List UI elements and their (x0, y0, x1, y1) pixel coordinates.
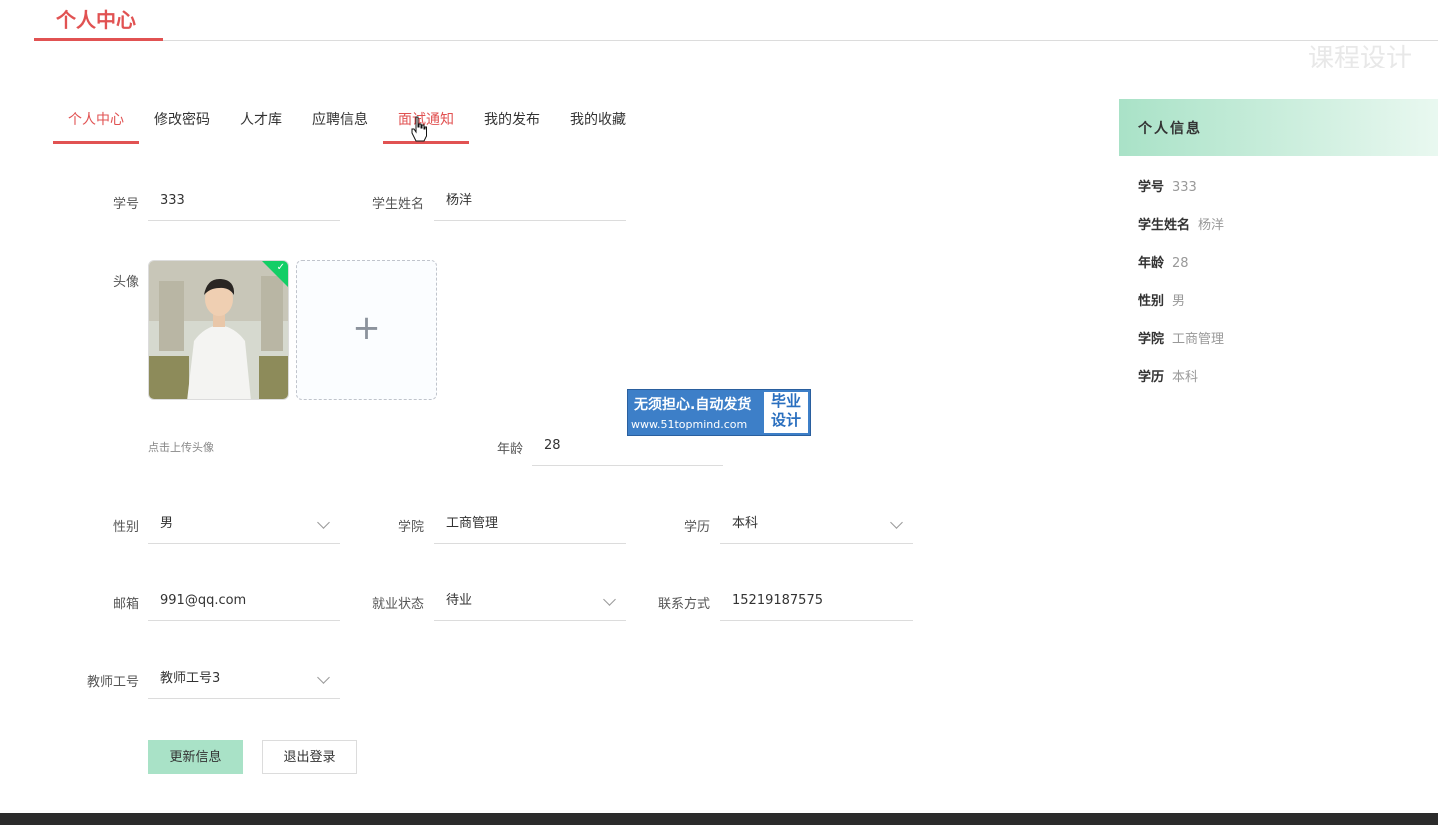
tab-my-favorites[interactable]: 我的收藏 (555, 100, 641, 141)
email-input[interactable]: 991@qq.com (148, 581, 340, 621)
update-info-button[interactable]: 更新信息 (148, 740, 243, 774)
side-value: 28 (1172, 256, 1189, 271)
gender-select[interactable]: 男 (148, 504, 340, 544)
footer-bar (0, 813, 1438, 825)
tab-talent-pool[interactable]: 人才库 (225, 100, 297, 141)
side-row-gender: 性别男 (1138, 290, 1185, 309)
side-key: 学号 (1138, 180, 1165, 195)
tab-applications[interactable]: 应聘信息 (297, 100, 383, 141)
teacher-id-value: 教师工号3 (160, 671, 221, 686)
side-row-student-name: 学生姓名 杨洋 (1138, 214, 1224, 233)
teacher-id-label: 教师工号 (86, 675, 139, 690)
employment-value: 待业 (446, 593, 473, 608)
education-value: 本科 (732, 516, 759, 531)
avatar-upload-button[interactable]: + (296, 260, 437, 400)
avatar-image[interactable]: ✓ (148, 260, 289, 400)
email-label: 邮箱 (112, 597, 139, 612)
side-value: 333 (1172, 180, 1197, 195)
personal-info-title: 个人信息 (1138, 121, 1202, 137)
check-icon: ✓ (276, 262, 285, 273)
personal-info-header: 个人信息 (1119, 99, 1438, 156)
side-value: 工商管理 (1172, 332, 1225, 347)
promo-badge: 毕业 设计 (764, 392, 808, 433)
promo-line1: 无须担心.自动发货 (634, 397, 752, 413)
student-name-label: 学生姓名 (371, 197, 424, 212)
gender-label: 性别 (112, 520, 139, 535)
title-divider (163, 40, 1438, 41)
upload-avatar-tip[interactable]: 点击上传头像 (148, 439, 214, 455)
side-key: 学院 (1138, 332, 1165, 347)
tab-profile-center[interactable]: 个人中心 (53, 100, 139, 144)
title-underline (34, 38, 163, 41)
contact-input[interactable]: 15219187575 (720, 581, 913, 621)
chevron-down-icon (890, 516, 903, 529)
chevron-down-icon (317, 671, 330, 684)
education-label: 学历 (683, 520, 710, 535)
college-label: 学院 (397, 520, 424, 535)
side-value: 杨洋 (1198, 218, 1225, 233)
side-value: 男 (1172, 294, 1186, 309)
page-title: 个人中心 (56, 8, 136, 32)
side-row-college: 学院 工商管理 (1138, 328, 1224, 347)
side-key: 学生姓名 (1138, 218, 1191, 233)
side-value: 本科 (1172, 370, 1199, 385)
student-name-input[interactable]: 杨洋 (434, 181, 626, 221)
watermark: 课程设计 (1308, 44, 1413, 68)
age-label: 年龄 (496, 442, 523, 457)
plus-icon: + (352, 308, 381, 348)
chevron-down-icon (603, 593, 616, 606)
side-row-education: 学历 本科 (1138, 366, 1198, 385)
promo-badge-line1: 毕业 (770, 392, 801, 410)
college-input[interactable]: 工商管理 (434, 504, 626, 544)
hand-cursor-icon (411, 116, 427, 142)
tab-my-posts[interactable]: 我的发布 (469, 100, 555, 141)
education-select[interactable]: 本科 (720, 504, 913, 544)
tab-change-password[interactable]: 修改密码 (139, 100, 225, 141)
side-key: 学历 (1138, 370, 1165, 385)
side-row-age: 年龄 28 (1138, 252, 1189, 271)
age-input[interactable]: 28 (532, 426, 723, 466)
employment-label: 就业状态 (371, 597, 424, 612)
side-key: 性别 (1138, 294, 1165, 309)
chevron-down-icon (317, 516, 330, 529)
avatar-label: 头像 (112, 275, 139, 290)
side-row-student-id: 学号 333 (1138, 176, 1197, 195)
gender-value: 男 (160, 516, 174, 531)
side-key: 年龄 (1138, 256, 1165, 271)
teacher-id-select[interactable]: 教师工号3 (148, 659, 340, 699)
contact-label: 联系方式 (657, 597, 710, 612)
student-id-input[interactable]: 333 (148, 181, 340, 221)
logout-button[interactable]: 退出登录 (262, 740, 357, 774)
promo-badge-line2: 设计 (770, 411, 801, 429)
student-id-label: 学号 (112, 197, 139, 212)
profile-tabs: 个人中心 修改密码 人才库 应聘信息 面试通知 我的发布 我的收藏 (53, 100, 641, 144)
employment-select[interactable]: 待业 (434, 581, 626, 621)
